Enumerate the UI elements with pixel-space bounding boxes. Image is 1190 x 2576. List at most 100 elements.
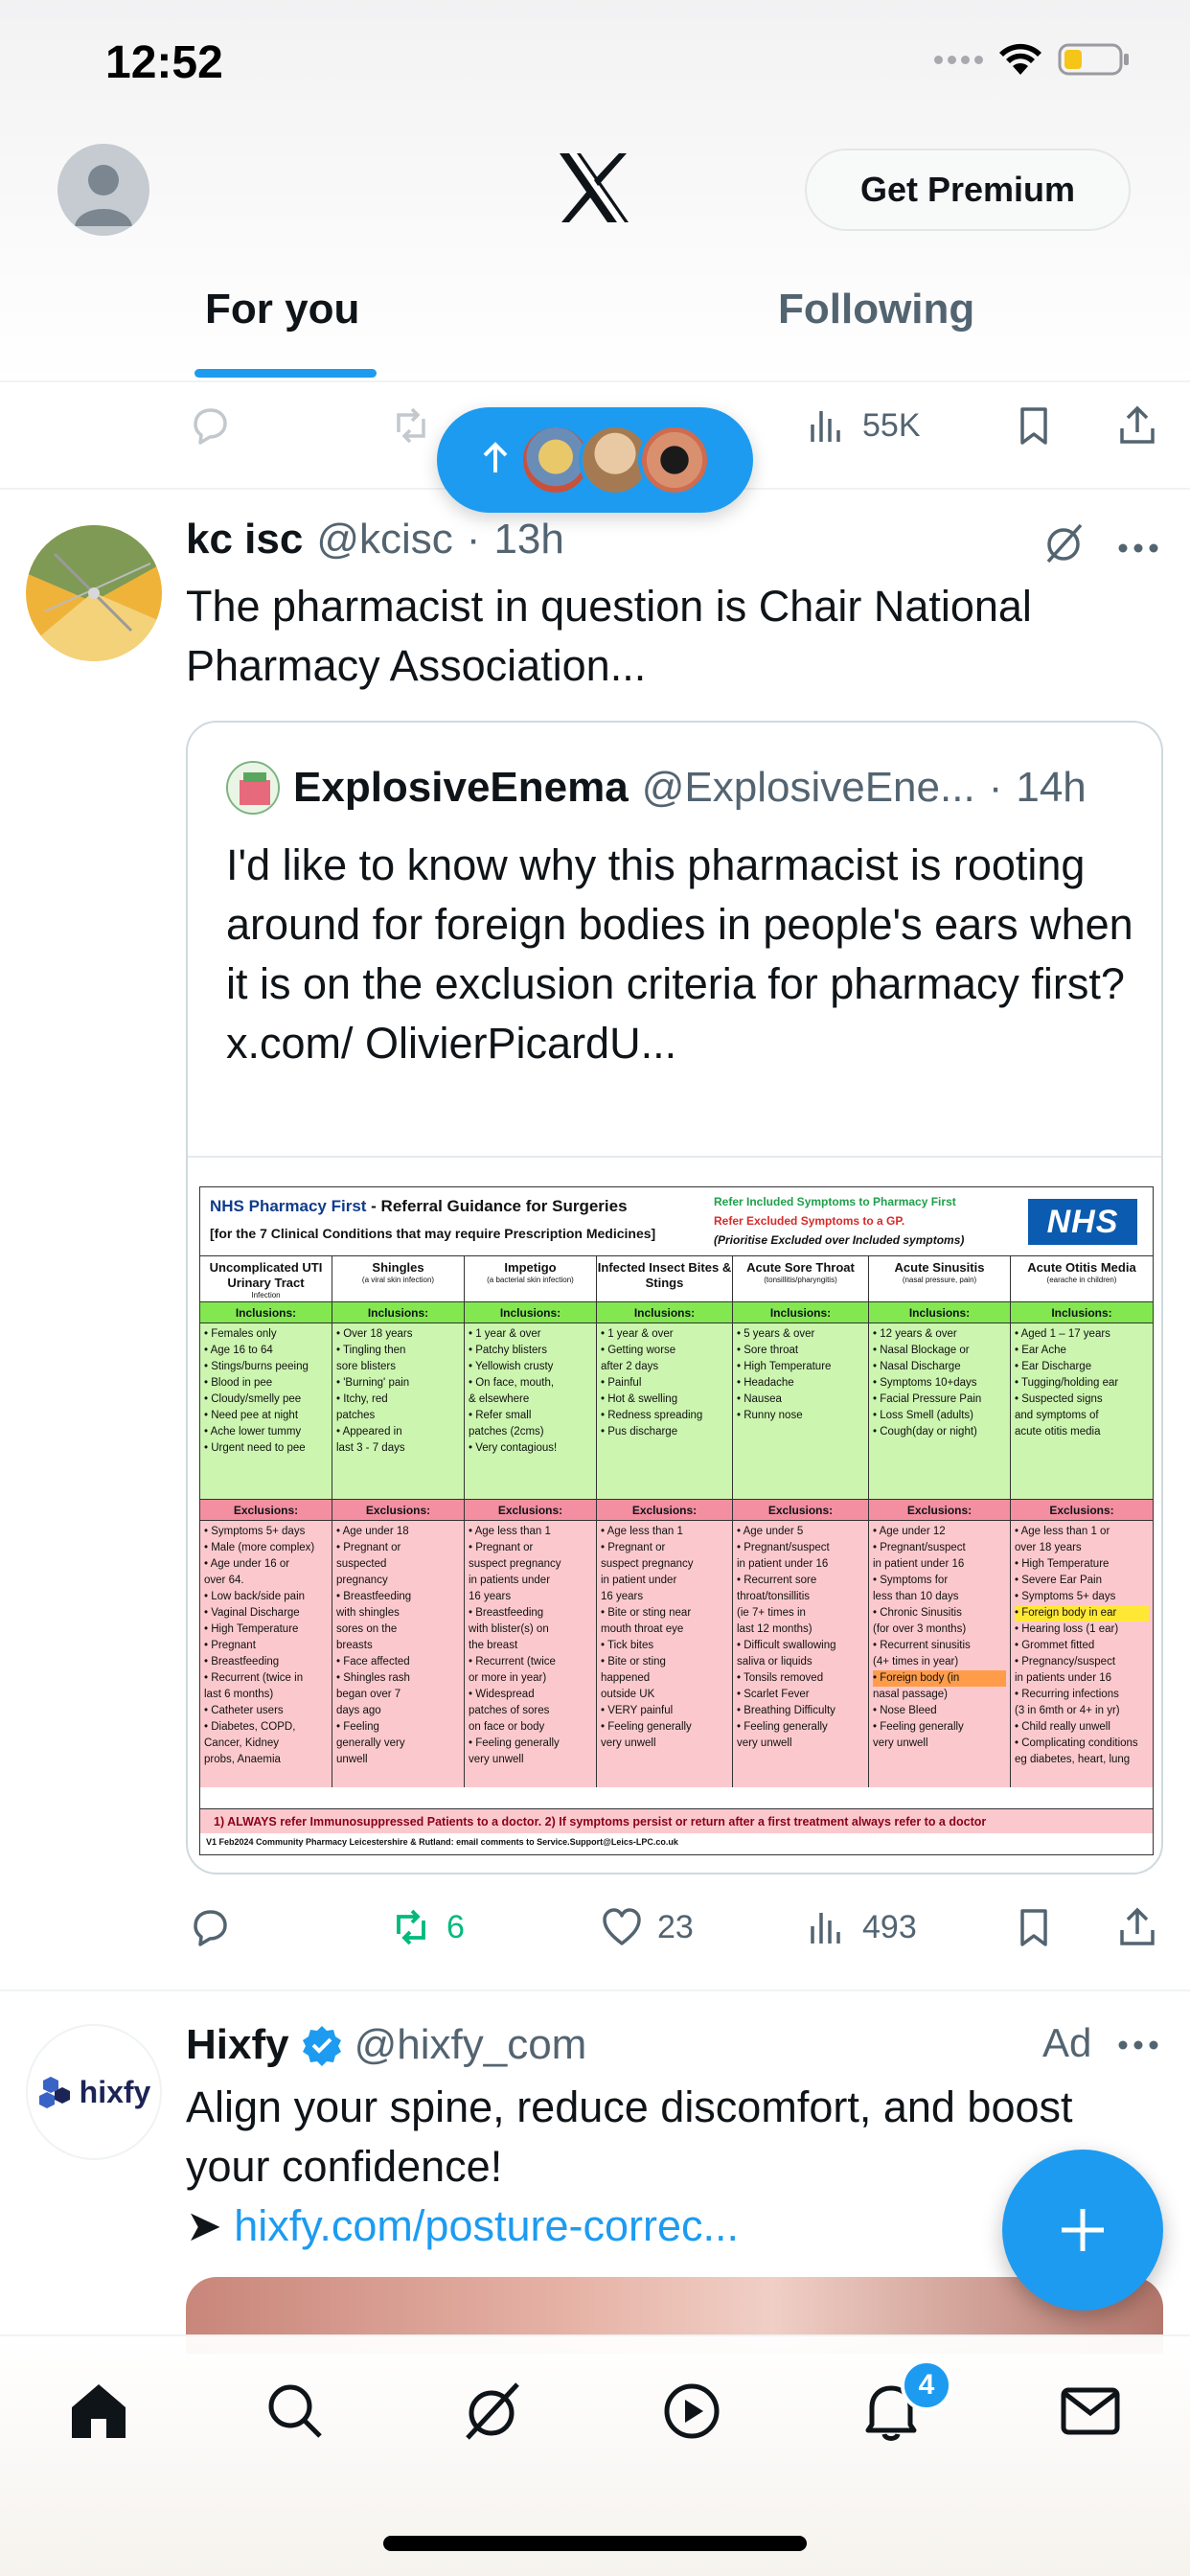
- criteria-item: • Tonsils removed: [737, 1672, 824, 1684]
- views-count: 493: [862, 1908, 917, 1945]
- quoted-tweet-text: I'd like to know why this pharmacist is …: [226, 840, 1133, 1068]
- criteria-item: very unwell: [873, 1737, 928, 1749]
- video-icon[interactable]: [657, 2377, 726, 2446]
- reply-button[interactable]: [188, 1884, 232, 1970]
- infographic-footer-credit: V1 Feb2024 Community Pharmacy Leicesters…: [206, 1837, 678, 1847]
- criteria-item: • Ear Ache: [1015, 1345, 1066, 1356]
- criteria-item: last 12 months): [737, 1623, 812, 1635]
- bookmark-button[interactable]: [1012, 1884, 1056, 1970]
- exclusions-list: Exclusions: • Symptoms 5+ days • Male (mor…: [200, 1500, 332, 1787]
- criteria-item: • Child really unwell: [1015, 1721, 1110, 1733]
- home-icon[interactable]: [64, 2377, 133, 2446]
- condition-subtitle: Infection: [251, 1291, 281, 1300]
- more-options-icon[interactable]: [1117, 542, 1159, 554]
- bookmark-icon: [1020, 1909, 1047, 1946]
- wifi-icon: [999, 43, 1041, 75]
- criteria-item: • Complicating conditions: [1015, 1737, 1138, 1749]
- criteria-item: • Symptoms 10+days: [873, 1377, 977, 1389]
- criteria-item: • VERY painful: [601, 1705, 674, 1716]
- condition-title: Uncomplicated UTI Urinary Tract Infection: [200, 1256, 332, 1302]
- criteria-item: suspect pregnancy: [469, 1558, 561, 1570]
- tab-following[interactable]: Following: [778, 286, 974, 334]
- criteria-item: • Foreign body (in: [873, 1670, 1006, 1687]
- criteria-item: • High Temperature: [1015, 1558, 1110, 1570]
- views-button[interactable]: 493: [805, 1884, 917, 1970]
- criteria-item: • Yellowish crusty: [469, 1361, 554, 1372]
- views-button[interactable]: 55K: [805, 382, 921, 469]
- criteria-item: & elsewhere: [469, 1393, 530, 1405]
- author-avatar[interactable]: [26, 525, 162, 661]
- quoted-tweet-card[interactable]: ExplosiveEnema @ExplosiveEne... · 14h I'…: [186, 721, 1163, 1874]
- repost-button[interactable]: [389, 382, 433, 469]
- criteria-item: very unwell: [737, 1737, 792, 1749]
- exclusions-list: Exclusions: • Age less than 1 or over 18 …: [1011, 1500, 1153, 1787]
- get-premium-button[interactable]: Get Premium: [805, 149, 1131, 231]
- tab-for-you[interactable]: For you: [205, 286, 359, 334]
- criteria-item: • Painful: [601, 1377, 642, 1389]
- criteria-item: • Loss Smell (adults): [873, 1410, 974, 1421]
- criteria-item: • Chronic Sinusitis: [873, 1607, 962, 1619]
- exclusions-list-heading: Exclusions:: [1011, 1500, 1153, 1521]
- grok-icon[interactable]: [458, 2377, 527, 2446]
- criteria-item: very unwell: [601, 1737, 656, 1749]
- battery-icon: [1058, 43, 1129, 76]
- criteria-item: or more in year): [469, 1672, 547, 1684]
- author-handle[interactable]: @kcisc: [316, 516, 452, 564]
- criteria-item: acute otitis media: [1015, 1426, 1101, 1438]
- criteria-item: • Low back/side pain: [204, 1591, 306, 1602]
- condition-column: Acute Sinusitis (nasal pressure, pain) Inc…: [869, 1256, 1011, 1787]
- condition-subtitle: (tonsillitis/pharyngitis): [764, 1276, 837, 1284]
- inclusions-list-heading: Inclusions:: [869, 1302, 1010, 1323]
- new-posts-pill[interactable]: [437, 407, 753, 513]
- criteria-item: • Aged 1 – 17 years: [1015, 1328, 1110, 1340]
- advertiser-avatar[interactable]: hixfy: [26, 2024, 162, 2160]
- quoted-author-avatar: [226, 761, 280, 815]
- more-options-icon[interactable]: [1117, 2039, 1159, 2051]
- advertiser-handle[interactable]: @hixfy_com: [355, 2021, 587, 2069]
- tweet-header: kc isc @kcisc · 13h: [186, 516, 564, 573]
- criteria-item: throat/tonsillitis: [737, 1591, 811, 1602]
- profile-avatar[interactable]: [57, 144, 149, 236]
- criteria-item: • Sore throat: [737, 1345, 799, 1356]
- active-tab-indicator: [195, 369, 377, 378]
- repost-count: 6: [446, 1908, 465, 1945]
- repost-icon: [397, 1909, 425, 1945]
- criteria-item: • Pregnant or: [469, 1542, 534, 1553]
- exclusions-list: Exclusions: • Age under 12 • Pregnant/susp…: [869, 1500, 1010, 1787]
- nhs-referral-guidance-image[interactable]: NHS Pharmacy First - Referral Guidance f…: [199, 1186, 1154, 1855]
- compose-post-button[interactable]: [1002, 2150, 1163, 2311]
- condition-column: Infected Insect Bites & Stings Inclusions…: [597, 1256, 733, 1787]
- criteria-item: • Age under 18: [336, 1526, 409, 1537]
- messages-icon[interactable]: [1056, 2377, 1125, 2446]
- x-logo-icon[interactable]: [556, 151, 632, 224]
- exclusions-list-heading: Exclusions:: [465, 1500, 596, 1521]
- reply-button[interactable]: [188, 382, 232, 469]
- grok-icon[interactable]: [1041, 519, 1088, 567]
- criteria-item: after 2 days: [601, 1361, 659, 1372]
- ad-link[interactable]: hixfy.com/posture-correc...: [234, 2201, 739, 2250]
- condition-subtitle: (earache in children): [1046, 1276, 1117, 1284]
- exclusions-list-heading: Exclusions:: [869, 1500, 1010, 1521]
- like-button[interactable]: 23: [600, 1884, 694, 1970]
- repost-button[interactable]: 6: [389, 1884, 465, 1970]
- ad-link-prefix: ➤: [186, 2201, 235, 2250]
- search-icon[interactable]: [261, 2377, 330, 2446]
- inclusions-list-heading: Inclusions:: [332, 1302, 464, 1323]
- author-name[interactable]: kc isc: [186, 516, 303, 564]
- criteria-item: • Tugging/holding ear: [1015, 1377, 1119, 1389]
- condition-subtitle: (a bacterial skin infection): [487, 1276, 574, 1284]
- criteria-item: eg diabetes, heart, lung: [1015, 1754, 1131, 1765]
- share-button[interactable]: [1115, 1884, 1159, 1970]
- bookmark-button[interactable]: [1012, 382, 1056, 469]
- advertiser-name[interactable]: Hixfy: [186, 2021, 289, 2069]
- criteria-item: • Vaginal Discharge: [204, 1607, 300, 1619]
- legend-priority: (Prioritise Excluded over Included sympt…: [714, 1233, 965, 1247]
- share-button[interactable]: [1115, 382, 1159, 469]
- separator-dot: ·: [466, 516, 481, 563]
- inclusions-list: Inclusions: • Aged 1 – 17 years • Ear Ache…: [1011, 1302, 1153, 1500]
- criteria-item: • Symptoms 5+ days: [1015, 1591, 1116, 1602]
- criteria-item: • Suspected signs: [1015, 1393, 1103, 1405]
- criteria-item: • Nasal Blockage or: [873, 1345, 970, 1356]
- criteria-item: • Face affected: [336, 1656, 410, 1668]
- criteria-item: • Cloudy/smelly pee: [204, 1393, 302, 1405]
